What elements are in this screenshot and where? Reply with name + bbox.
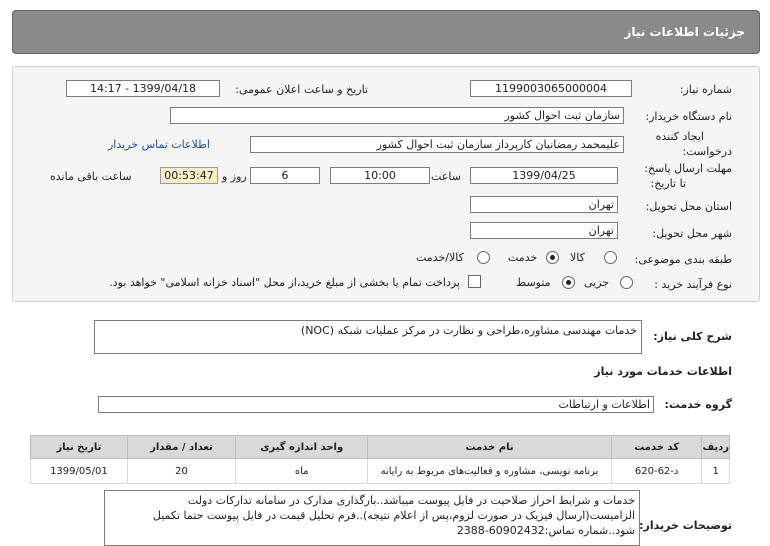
- process-radio-minor[interactable]: [620, 276, 633, 289]
- buyer-notes-line-3: شود..شماره تماس:60902432-2388: [456, 524, 635, 537]
- need-info-panel: [12, 66, 760, 302]
- purchase-process-label: نوع فرآیند خرید :: [654, 278, 732, 291]
- remaining-time-display: 00:53:47: [160, 167, 218, 184]
- buyer-org-field: سازمان ثبت احوال کشور: [170, 107, 624, 124]
- cell-service-code: د-62-620: [610, 458, 703, 484]
- process-option-minor: جزیی: [584, 276, 610, 289]
- services-table-header: ردیف کد خدمت نام خدمت واحد اندازه گیری ت…: [30, 435, 730, 459]
- cell-quantity: 20: [126, 458, 237, 484]
- city-field: تهران: [470, 222, 618, 239]
- buyer-notes-field: خدمات و شرایط احراز صلاحیت در فایل پیوست…: [104, 490, 640, 546]
- col-header-service-code: کد خدمت: [610, 435, 703, 459]
- general-desc-field: خدمات مهندسی مشاوره،طراحی و نظارت در مرک…: [94, 320, 642, 354]
- buyer-notes-line-2: الزامیست(ارسال فیزیک در صورت لزوم،پس از …: [152, 509, 635, 522]
- category-radio-service[interactable]: [546, 251, 559, 264]
- process-radio-medium[interactable]: [562, 276, 575, 289]
- category-option-goods: کالا: [570, 251, 585, 264]
- col-header-unit: واحد اندازه گیری: [235, 435, 369, 459]
- need-number-field: 1199003065000004: [470, 80, 632, 97]
- requester-label-line1: ایجاد کننده: [655, 130, 704, 143]
- deadline-time-field: 10:00: [330, 167, 430, 184]
- city-label: شهر محل تحویل:: [652, 227, 732, 240]
- deadline-date-field: 1399/04/25: [470, 167, 618, 184]
- cell-service-name: برنامه نویسی، مشاوره و فعالیت‌های مربوط …: [367, 458, 612, 484]
- service-group-field: اطلاعات و ارتباطات: [98, 396, 654, 413]
- deadline-time-label: ساعت: [431, 170, 461, 183]
- province-label: استان محل تحویل:: [645, 200, 732, 213]
- buyer-notes-line-1: خدمات و شرایط احراز صلاحیت در فایل پیوست…: [187, 494, 635, 507]
- table-row: 1 د-62-620 برنامه نویسی، مشاوره و فعالیت…: [30, 458, 730, 484]
- treasury-bonds-label: پرداخت تمام یا بخشی از مبلغ خرید،از محل …: [109, 276, 460, 289]
- process-option-medium: متوسط: [516, 276, 551, 289]
- cell-unit: ماه: [235, 458, 369, 484]
- service-group-label: گروه خدمت:: [664, 398, 732, 411]
- col-header-service-name: نام خدمت: [367, 435, 612, 459]
- col-header-row-number: ردیف: [701, 435, 730, 459]
- services-info-title: اطلاعات خدمات مورد نیاز: [594, 365, 732, 378]
- category-radio-goods[interactable]: [604, 251, 617, 264]
- treasury-bonds-checkbox[interactable]: [468, 275, 481, 288]
- category-label: طبقه بندی موضوعی:: [634, 253, 732, 266]
- requester-label-line2: درخواست:: [682, 145, 732, 158]
- deadline-label-line2: تا تاریخ:: [650, 177, 686, 190]
- deadline-days-label: روز و: [222, 170, 247, 183]
- page-header: جزئیات اطلاعات نیاز: [12, 10, 760, 54]
- category-radio-goods-service[interactable]: [477, 251, 490, 264]
- col-header-need-date: تاریخ نیاز: [30, 435, 128, 459]
- cell-row-number: 1: [701, 458, 730, 484]
- buyer-org-label: نام دستگاه خریدار:: [645, 110, 732, 123]
- remaining-time-label: ساعت باقی مانده: [50, 170, 132, 183]
- announce-datetime-field: 1399/04/18 - 14:17: [66, 80, 220, 97]
- col-header-quantity: تعداد / مقدار: [126, 435, 237, 459]
- category-option-goods-service: کالا/خدمت: [416, 251, 464, 264]
- deadline-label-line1: مهلت ارسال پاسخ:: [644, 162, 732, 175]
- cell-need-date: 1399/05/01: [30, 458, 128, 484]
- general-desc-label: شرح کلی نیاز:: [653, 330, 732, 343]
- announce-datetime-label: تاریخ و ساعت اعلان عمومی:: [235, 83, 368, 96]
- buyer-notes-label: توضیحات خریدار:: [639, 519, 732, 532]
- deadline-days-field: 6: [250, 167, 320, 184]
- buyer-contact-link[interactable]: اطلاعات تماس خریدار: [108, 138, 210, 151]
- need-number-label: شماره نیاز:: [679, 83, 732, 96]
- page-title: جزئیات اطلاعات نیاز: [624, 25, 745, 39]
- requester-field: علیمحمد رمضانیان کارپرداز سازمان ثبت احو…: [250, 136, 624, 153]
- category-option-service: خدمت: [508, 251, 538, 264]
- services-table: ردیف کد خدمت نام خدمت واحد اندازه گیری ت…: [30, 435, 730, 484]
- province-field: تهران: [470, 196, 618, 213]
